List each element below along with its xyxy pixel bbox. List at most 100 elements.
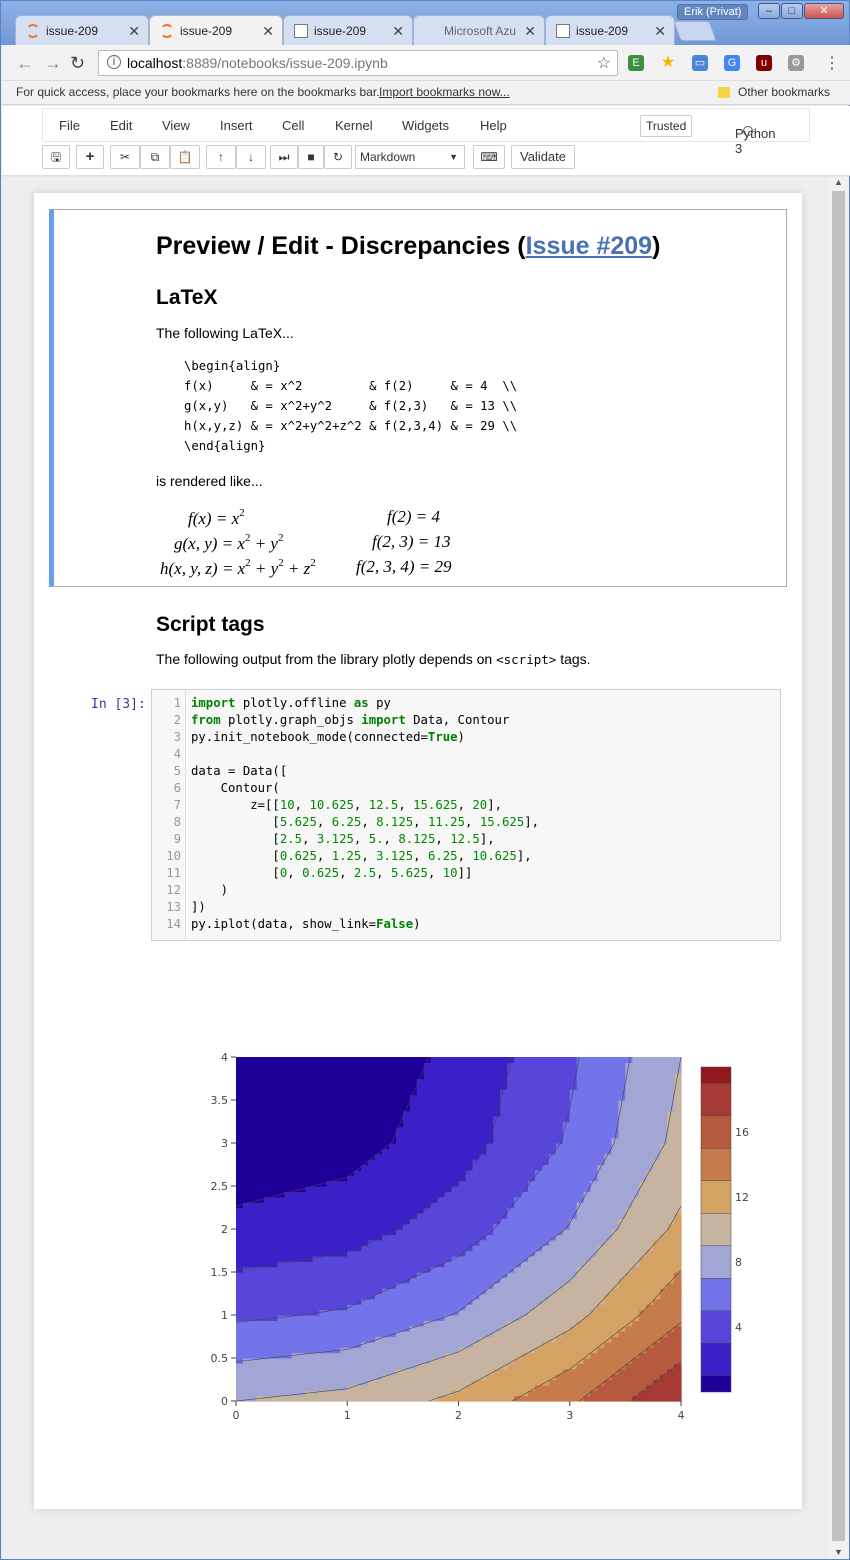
contour-cell [632,1073,640,1080]
contour-cell [354,1180,362,1187]
contour-cell [562,1062,571,1069]
contour-cell [263,1347,272,1354]
contour-cell [465,1255,474,1262]
profile-badge[interactable]: Erik (Privat) [677,4,749,20]
contour-cell [653,1094,661,1101]
extension-evernote-icon[interactable]: E [628,55,644,71]
keyboard-button[interactable]: ⌨ [473,145,505,169]
vertical-scrollbar[interactable]: ▲ ▼ [830,177,849,1559]
import-bookmarks-link[interactable]: Import bookmarks now... [379,85,510,99]
contour-cell [569,1121,578,1128]
move-down-button[interactable]: ↓ [236,145,266,169]
contour-cell [611,1196,620,1203]
contour-cell [430,1239,439,1246]
copy-button[interactable]: ⧉ [140,145,170,169]
contour-cell [298,1078,307,1085]
insert-cell-button[interactable]: + [76,145,104,169]
contour-cell [249,1126,258,1133]
menu-dots-icon[interactable]: ⋮ [824,53,840,73]
tab-1[interactable]: issue-209 ✕ [15,15,149,45]
contour-cell [319,1368,327,1375]
back-icon[interactable]: ← [16,53,34,74]
menu-cell[interactable]: Cell [282,118,304,133]
close-tab-icon[interactable]: ✕ [392,23,404,40]
contour-cell [472,1148,480,1155]
extension-translate-icon[interactable]: G [724,55,740,71]
tab-4[interactable]: Microsoft Azu ✕ [413,15,545,45]
close-tab-icon[interactable]: ✕ [654,23,666,40]
extension-star-icon[interactable]: ★ [660,55,676,71]
menu-insert[interactable]: Insert [220,118,253,133]
contour-cell [298,1363,307,1370]
contour-cell [270,1116,279,1123]
new-tab-button[interactable] [673,21,717,41]
menu-kernel[interactable]: Kernel [335,118,373,133]
extension-window-icon[interactable]: ▭ [692,55,708,71]
menu-edit[interactable]: Edit [110,118,132,133]
contour-cell [291,1180,300,1187]
contour-cell [242,1143,251,1149]
contour-cell [625,1078,633,1085]
contour-cell [486,1384,494,1391]
contour-cell [541,1073,550,1080]
contour-cell [375,1164,383,1171]
menu-widgets[interactable]: Widgets [402,118,449,133]
validate-button[interactable]: Validate [511,145,575,169]
contour-plot[interactable]: 0 1 2 3 400.511.522.533.54481216 [34,193,802,1509]
address-bar[interactable]: i localhost:8889/notebooks/issue-209.ipy… [98,50,618,76]
contour-cell [541,1293,550,1300]
contour-cell [423,1169,432,1176]
contour-cell [639,1100,647,1106]
run-button[interactable]: ⏭ [270,145,298,169]
tab-2-active[interactable]: issue-209 ✕ [149,15,283,46]
info-icon[interactable]: i [107,55,121,69]
contour-cell [368,1202,376,1209]
other-bookmarks[interactable]: Other bookmarks [738,85,830,99]
close-window-button[interactable]: ✕ [804,3,844,19]
forward-icon[interactable]: → [44,53,62,74]
contour-cell [305,1121,314,1128]
scroll-down-icon[interactable]: ▼ [834,1547,843,1557]
contour-cell [562,1218,571,1225]
contour-cell [423,1126,432,1133]
reload-icon[interactable]: ↻ [70,53,85,74]
contour-cell [242,1315,251,1321]
move-up-button[interactable]: ↑ [206,145,236,169]
menu-view[interactable]: View [162,118,190,133]
scroll-up-icon[interactable]: ▲ [834,177,843,187]
contour-cell [493,1298,501,1305]
contour-cell [472,1363,480,1370]
contour-cell [382,1212,390,1219]
contour-cell [569,1094,578,1101]
bookmark-star-icon[interactable]: ☆ [597,53,611,73]
save-button[interactable]: 🖫 [42,145,70,169]
close-tab-icon[interactable]: ✕ [128,23,140,40]
trusted-indicator[interactable]: Trusted [640,115,693,137]
contour-cell [298,1331,307,1338]
menu-help[interactable]: Help [480,118,507,133]
maximize-button[interactable]: □ [781,3,803,19]
contour-cell [486,1266,494,1273]
menu-file[interactable]: File [59,118,80,133]
contour-cell [562,1239,571,1246]
restart-button[interactable]: ↻ [324,145,352,169]
contour-cell [576,1191,585,1198]
contour-cell [534,1212,543,1219]
interrupt-button[interactable]: ■ [298,145,324,169]
contour-cell [569,1137,578,1144]
contour-cell [674,1116,682,1123]
close-tab-icon[interactable]: ✕ [524,23,536,40]
scrollbar-thumb[interactable] [832,191,845,1541]
tab-5[interactable]: issue-209 ✕ [545,15,675,45]
cut-button[interactable]: ✂ [110,145,140,169]
contour-cell [361,1304,369,1311]
minimize-button[interactable]: – [758,3,780,19]
paste-button[interactable]: 📋 [170,145,200,169]
cell-type-select[interactable]: Markdown ▼ [355,145,465,169]
extension-misc-icon[interactable]: ⚙ [788,55,804,71]
extension-ublock-icon[interactable]: u [756,55,772,71]
tab-3[interactable]: issue-209 ✕ [283,15,413,45]
contour-cell [382,1132,390,1139]
close-tab-icon[interactable]: ✕ [262,23,274,40]
contour-cell [416,1078,425,1085]
